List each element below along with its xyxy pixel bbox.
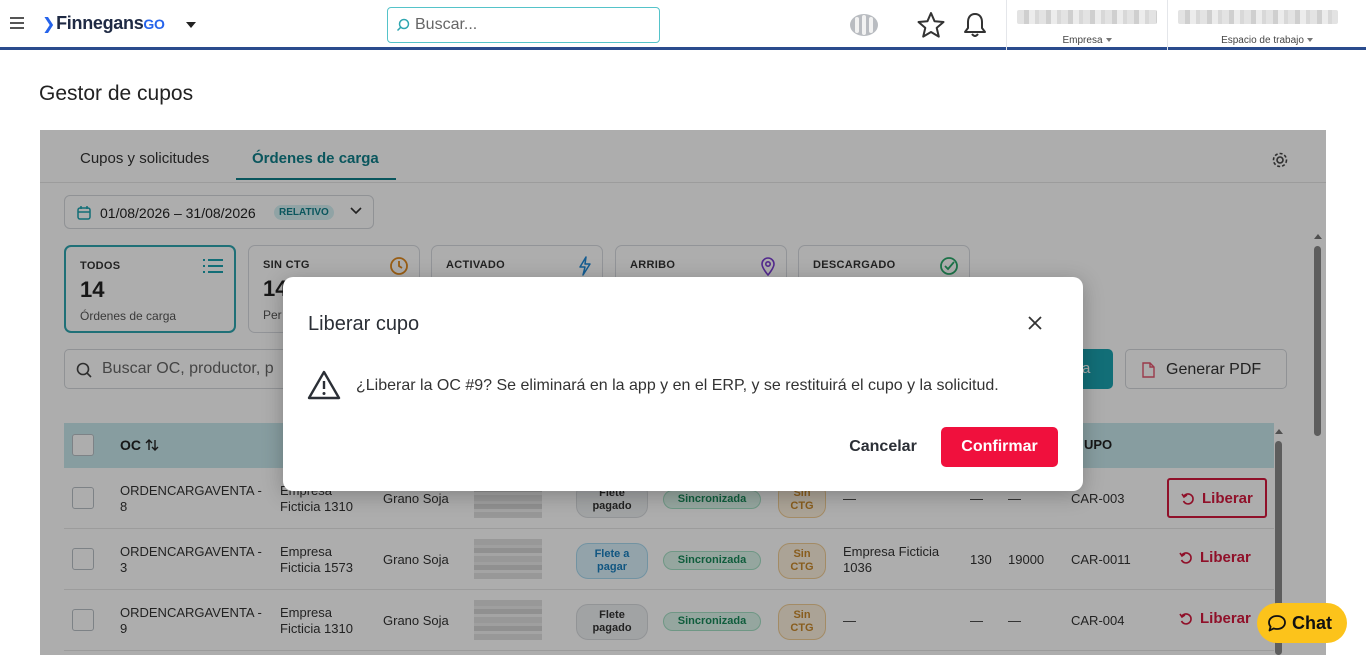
empresa-value-redacted	[1017, 10, 1157, 24]
notifications-bell-icon[interactable]	[962, 11, 988, 39]
empresa-label: Empresa	[1062, 35, 1103, 46]
workspace-label: Espacio de trabajo	[1221, 35, 1304, 46]
liberar-cupo-dialog: Liberar cupo ¿Liberar la OC #9? Se elimi…	[283, 277, 1083, 491]
menu-icon[interactable]	[10, 17, 24, 29]
dialog-title: Liberar cupo	[308, 313, 420, 335]
workspace-value-redacted	[1178, 10, 1338, 24]
dialog-message: ¿Liberar la OC #9? Se eliminará en la ap…	[356, 377, 999, 394]
page-title: Gestor de cupos	[39, 82, 194, 105]
assistant-icon[interactable]	[847, 11, 881, 39]
chat-button[interactable]: Chat	[1257, 603, 1347, 643]
chevron-down-icon	[1306, 38, 1313, 42]
favorites-star-icon[interactable]	[916, 11, 946, 39]
chevron-down-icon	[1105, 38, 1112, 42]
app-switcher-caret-icon[interactable]	[186, 22, 196, 28]
chat-label: Chat	[1292, 613, 1332, 633]
chat-bubble-icon	[1268, 615, 1286, 632]
cancel-button[interactable]: Cancelar	[830, 427, 936, 467]
warning-icon	[307, 370, 341, 400]
workspace-selector[interactable]: Espacio de trabajo	[1167, 0, 1366, 50]
search-icon	[396, 18, 410, 32]
empresa-selector[interactable]: Empresa	[1006, 0, 1167, 50]
app-logo[interactable]: ❯FinnegansGO	[42, 13, 165, 34]
logo-name: Finnegans	[56, 13, 144, 33]
close-icon[interactable]	[1027, 315, 1043, 331]
top-bar: ❯FinnegansGO Empresa Espacio de trabajo	[0, 0, 1366, 50]
global-search[interactable]	[387, 7, 660, 43]
logo-chevron-icon: ❯	[42, 16, 56, 33]
global-search-input[interactable]	[415, 14, 655, 36]
confirm-button[interactable]: Confirmar	[941, 427, 1058, 467]
logo-suffix: GO	[143, 16, 165, 32]
